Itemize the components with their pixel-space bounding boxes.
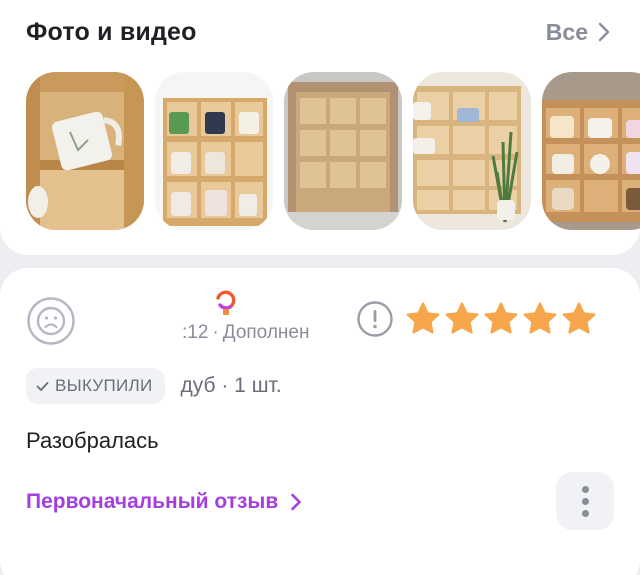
photo-thumbnail[interactable] [542, 72, 640, 230]
photo-shelf-with-cups [542, 72, 640, 230]
chevron-right-icon [598, 22, 610, 42]
chevron-right-icon [291, 493, 302, 511]
reviewer-badge-icon [216, 290, 236, 315]
review-text: Разобралась [26, 428, 159, 453]
photo-shelf-with-mugs [155, 72, 273, 230]
photo-shelf-with-plant [413, 72, 531, 230]
date-separator: · [212, 322, 219, 343]
photos-title: Фото и видео [26, 17, 197, 46]
product-variant: дуб · 1 шт. [180, 374, 282, 397]
bought-badge: ВЫКУПИЛИ [26, 368, 165, 404]
star-icon [445, 302, 479, 334]
photo-thumbnail[interactable] [155, 72, 273, 230]
dot-icon [581, 509, 589, 517]
star-rating [404, 300, 598, 338]
photos-section: Фото и видео Все [0, 0, 640, 255]
photo-thumbnail[interactable] [284, 72, 402, 230]
star-icon [523, 302, 557, 334]
photos-header: Фото и видео Все [26, 14, 610, 50]
star-icon [562, 302, 596, 334]
photo-mug-on-shelf [26, 72, 144, 230]
review-status: Дополнен [222, 322, 310, 343]
date-value: :12 [182, 322, 209, 343]
sad-face-avatar-icon [27, 297, 75, 345]
see-all-button[interactable]: Все [546, 19, 610, 46]
rating-block [356, 294, 598, 344]
info-exclamation-icon[interactable] [356, 300, 394, 338]
author-row: :12 · Дополнен [100, 318, 309, 348]
original-review-label: Первоначальный отзыв [26, 490, 279, 513]
review-date: :12 · Дополнен [182, 322, 309, 344]
star-icon [406, 302, 440, 334]
checkmark-icon [36, 381, 49, 391]
more-options-button[interactable] [556, 472, 614, 530]
author-name [100, 322, 182, 344]
photo-thumbnail[interactable] [413, 72, 531, 230]
review-card: :12 · Дополнен ВЫКУПИЛИ дуб · 1 шт. Разобр… [0, 268, 640, 575]
bought-label: ВЫКУПИЛИ [55, 376, 153, 395]
photo-empty-shelf [284, 72, 402, 230]
meta-row: ВЫКУПИЛИ дуб · 1 шт. [26, 368, 282, 404]
star-icon [484, 302, 518, 334]
dot-icon [581, 485, 589, 493]
photo-thumbnail[interactable] [26, 72, 144, 230]
see-all-label: Все [545, 18, 588, 45]
original-review-link[interactable]: Первоначальный отзыв [26, 486, 302, 518]
photo-thumbnails [26, 72, 640, 230]
dot-icon [581, 497, 589, 505]
